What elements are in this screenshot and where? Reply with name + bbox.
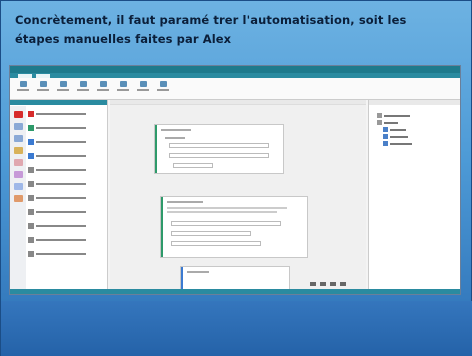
activity-item xyxy=(28,164,106,176)
ribbon-icon xyxy=(99,81,107,87)
activity-icon xyxy=(28,153,34,159)
ribbon-button xyxy=(96,81,110,96)
workflow-step-card xyxy=(154,124,284,174)
step-input-field xyxy=(173,163,213,168)
ribbon-icon xyxy=(139,81,147,87)
activity-item xyxy=(28,234,106,246)
ribbon-icon xyxy=(119,81,127,87)
step-input-field xyxy=(169,143,269,148)
activity-icon xyxy=(28,251,34,257)
ribbon-button xyxy=(56,81,70,96)
ribbon-icon xyxy=(159,81,167,87)
category-icon xyxy=(13,147,23,154)
activity-icon xyxy=(28,139,34,145)
file-icon xyxy=(383,141,388,146)
ribbon-button xyxy=(36,81,50,96)
folder-icon xyxy=(377,120,382,125)
category-icon xyxy=(13,135,23,142)
properties-panel-header xyxy=(369,100,460,105)
zoom-icon xyxy=(330,282,336,286)
app-screenshot xyxy=(9,65,461,295)
category-icon xyxy=(13,159,23,166)
file-icon xyxy=(383,134,388,139)
category-icon xyxy=(13,195,23,202)
zoom-icon xyxy=(340,282,346,286)
tree-item xyxy=(377,126,412,133)
activity-item xyxy=(28,150,106,162)
folder-icon xyxy=(377,113,382,118)
activity-icon xyxy=(28,223,34,229)
ribbon-button xyxy=(116,81,130,96)
status-bar xyxy=(10,289,460,294)
step-input-field xyxy=(171,241,261,246)
activity-icon xyxy=(28,125,34,131)
activity-icon xyxy=(28,195,34,201)
zoom-controls xyxy=(310,282,346,286)
ribbon-icon xyxy=(59,81,67,87)
activity-item xyxy=(28,136,106,148)
project-tree xyxy=(377,112,412,147)
activities-panel xyxy=(10,100,108,294)
slide-footer-band xyxy=(1,301,472,356)
activity-item xyxy=(28,178,106,190)
activity-item xyxy=(28,122,106,134)
ribbon xyxy=(10,78,460,100)
category-icon-strip xyxy=(10,106,26,294)
workflow-canvas xyxy=(110,100,366,294)
category-icon xyxy=(13,111,23,118)
tree-item xyxy=(377,112,412,119)
file-icon xyxy=(383,127,388,132)
step-input-field xyxy=(171,231,251,236)
tree-item xyxy=(377,119,412,126)
ribbon-icon xyxy=(79,81,87,87)
step-input-field xyxy=(169,153,269,158)
category-icon xyxy=(13,171,23,178)
app-titlebar xyxy=(10,66,460,73)
activity-item xyxy=(28,220,106,232)
activity-icon xyxy=(28,237,34,243)
ribbon-button xyxy=(76,81,90,96)
activity-icon xyxy=(28,209,34,215)
slide-title: Concrètement, il faut paramé trer l'auto… xyxy=(15,11,455,49)
activity-item xyxy=(28,192,106,204)
zoom-icon xyxy=(320,282,326,286)
activity-item xyxy=(28,108,106,120)
step-input-field xyxy=(171,221,281,226)
canvas-header xyxy=(110,100,366,105)
ribbon-button xyxy=(156,81,170,96)
activity-item xyxy=(28,248,106,260)
activity-list xyxy=(28,108,106,262)
activity-icon xyxy=(28,167,34,173)
activities-panel-header xyxy=(10,100,107,105)
ribbon-tab xyxy=(18,74,32,78)
workflow-step-card xyxy=(160,196,308,258)
ribbon-tab xyxy=(36,74,50,78)
tree-item xyxy=(377,133,412,140)
ribbon-button xyxy=(136,81,150,96)
category-icon xyxy=(13,123,23,130)
tree-item xyxy=(377,140,412,147)
slide: Concrètement, il faut paramé trer l'auto… xyxy=(0,0,472,356)
properties-panel xyxy=(368,100,460,294)
zoom-icon xyxy=(310,282,316,286)
ribbon-icon xyxy=(19,81,27,87)
activity-item xyxy=(28,206,106,218)
category-icon xyxy=(13,183,23,190)
slide-title-line-2: étapes manuelles faites par Alex xyxy=(15,32,232,46)
ribbon-icon xyxy=(39,81,47,87)
activity-icon xyxy=(28,111,34,117)
ribbon-button xyxy=(16,81,30,96)
activity-icon xyxy=(28,181,34,187)
slide-title-line-1: Concrètement, il faut paramé trer l'auto… xyxy=(15,13,407,27)
